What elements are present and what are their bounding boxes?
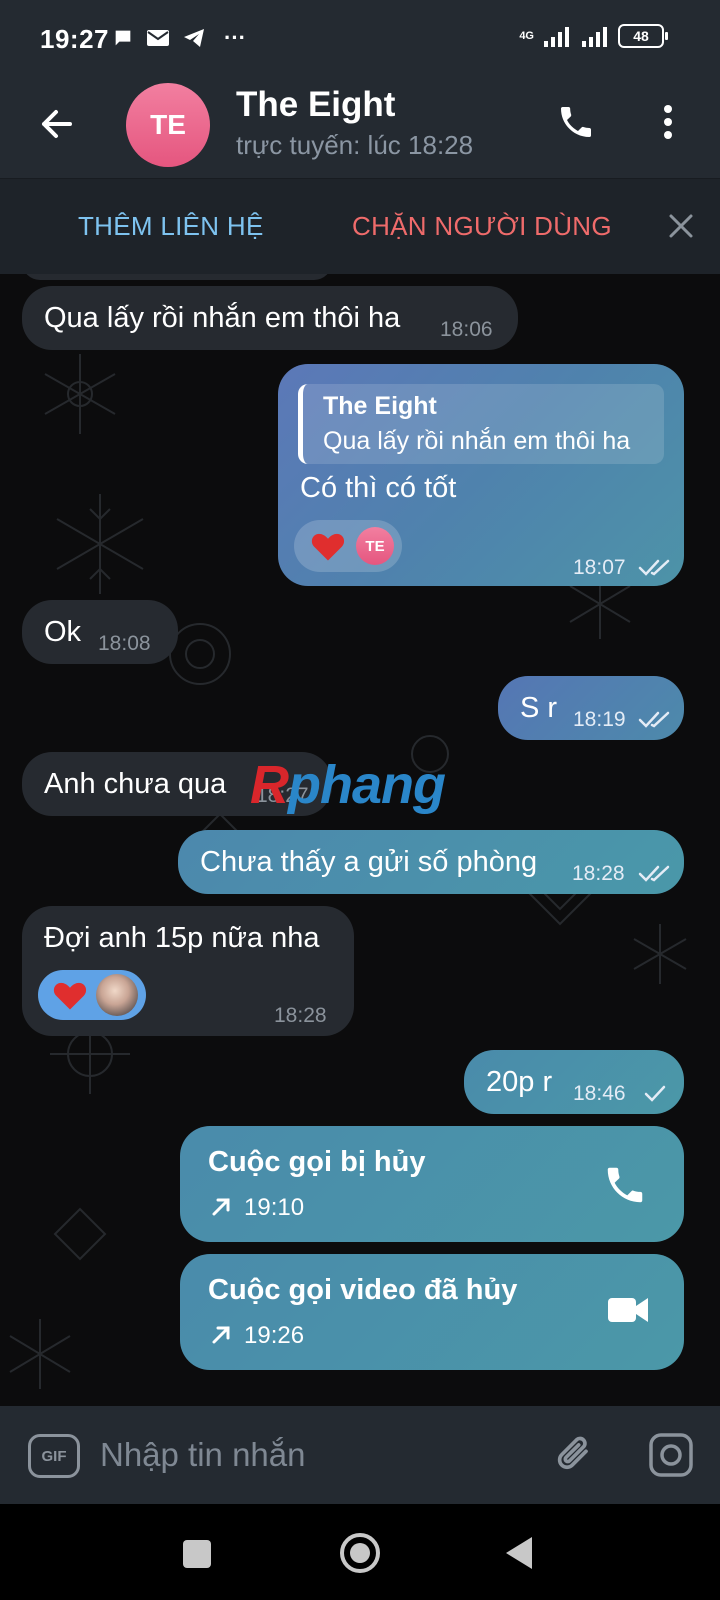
reaction-initials: TE [365,537,385,555]
mail-icon [147,30,169,46]
message-bubble-outgoing[interactable]: S r 18:19 [498,676,684,740]
message-time: 18:46 [573,1082,626,1105]
call-status-title: Cuộc gọi video đã hủy [208,1274,518,1306]
arrow-left-icon [42,110,72,138]
phone-icon [607,1167,643,1203]
gif-button[interactable]: GIF [28,1434,80,1478]
attach-button[interactable] [550,1428,600,1482]
watermark-logo: Rphang [250,755,446,815]
message-bubble-outgoing[interactable]: Chưa thấy a gửi số phòng 18:28 [178,830,684,894]
double-check-icon [638,711,670,728]
call-back-button[interactable] [602,1162,652,1212]
message-time: 18:28 [274,1004,327,1027]
message-time: 18:06 [440,318,493,341]
message-time: 18:08 [98,632,151,655]
call-time: 19:10 [244,1194,305,1221]
reaction-avatar: TE [356,527,394,565]
message-time: 18:19 [573,708,626,731]
block-user-button[interactable]: CHẶN NGƯỜI DÙNG [352,211,612,242]
reaction-chip[interactable]: TE [294,520,402,572]
status-bar: 19:27 ··· 4G 48 [0,0,720,78]
message-text: Chưa thấy a gửi số phòng [200,846,538,878]
message-input[interactable] [100,1430,520,1480]
heart-icon [53,982,87,1010]
battery-level: 48 [633,28,649,44]
message-time: 18:07 [573,556,626,579]
message-bubble-outgoing-reply[interactable]: The Eight Qua lấy rồi nhắn em thôi ha Có… [278,364,684,586]
arrow-up-right-icon [212,1198,230,1216]
gif-label: GIF [41,1447,67,1465]
add-contact-button[interactable]: THÊM LIÊN HỆ [78,211,264,242]
contact-avatar[interactable]: TE [126,83,210,167]
call-status-title: Cuộc gọi bị hủy [208,1146,426,1178]
camera-icon [649,1433,693,1477]
more-vertical-icon [664,105,672,139]
arrow-up-right-icon [212,1326,230,1344]
battery-icon: 48 [618,24,668,48]
message-text: Qua lấy rồi nhắn em thôi ha [44,302,401,334]
close-action-bar-button[interactable] [662,207,700,245]
voice-call-button[interactable] [552,98,600,146]
status-time: 19:27 [40,24,109,54]
partial-message-bubble [22,274,332,280]
message-list[interactable]: Qua lấy rồi nhắn em thôi ha 18:06 The Ei… [0,274,720,1406]
chat-header: TE The Eight trực tuyến: lúc 18:28 [0,78,720,178]
close-icon [669,214,693,238]
signal-icon [544,27,569,47]
message-bubble-incoming[interactable]: Đợi anh 15p nữa nha 18:28 [22,906,354,1036]
paperclip-icon [557,1436,588,1470]
reaction-user-avatar [96,974,138,1016]
more-options-button[interactable] [648,98,688,146]
system-back-button[interactable] [506,1537,532,1569]
call-time: 19:26 [244,1322,305,1349]
reaction-chip[interactable] [38,970,146,1020]
message-text: Đợi anh 15p nữa nha [44,922,320,954]
telegram-icon [184,29,204,47]
chat-bubble-icon [115,30,131,46]
video-call-message-bubble[interactable]: Cuộc gọi video đã hủy 19:26 [180,1254,684,1370]
message-text: S r [520,692,558,724]
message-text: 20p r [486,1066,553,1098]
message-text: Anh chưa qua [44,768,227,800]
reply-quote[interactable]: The Eight Qua lấy rồi nhắn em thôi ha [298,384,664,464]
message-bubble-outgoing[interactable]: 20p r 18:46 [464,1050,684,1114]
contact-status: trực tuyến: lúc 18:28 [236,130,474,160]
message-time: 18:28 [572,862,625,885]
back-button[interactable] [32,100,80,148]
network-type: 4G [519,30,534,42]
contact-action-bar: THÊM LIÊN HỆ CHẶN NGƯỜI DÙNG [0,178,720,274]
camera-button[interactable] [646,1430,696,1480]
call-message-bubble[interactable]: Cuộc gọi bị hủy 19:10 [180,1126,684,1242]
signal-icon-2 [582,27,607,47]
check-icon [644,1085,666,1102]
recents-button[interactable] [183,1540,211,1568]
contact-name[interactable]: The Eight [236,85,395,125]
home-button[interactable] [340,1533,380,1573]
video-call-back-button[interactable] [606,1294,650,1328]
message-composer: GIF [0,1406,720,1504]
notification-icons: ··· [112,25,246,51]
system-navigation-bar [0,1504,720,1600]
video-camera-icon [608,1298,648,1322]
heart-icon [311,533,345,561]
avatar-initials: TE [150,109,186,140]
system-icons: 4G 48 [519,24,668,48]
double-check-icon [638,865,670,882]
message-text: Ok [44,616,82,648]
double-check-icon [638,559,670,576]
more-notifications: ··· [224,25,246,50]
phone-icon [561,107,591,137]
reply-sender: The Eight [323,392,437,420]
message-bubble-incoming[interactable]: Ok 18:08 [22,600,178,664]
message-bubble-incoming[interactable]: Qua lấy rồi nhắn em thôi ha 18:06 [22,286,518,350]
message-text: Có thì có tốt [300,472,457,504]
reply-text: Qua lấy rồi nhắn em thôi ha [323,427,631,455]
